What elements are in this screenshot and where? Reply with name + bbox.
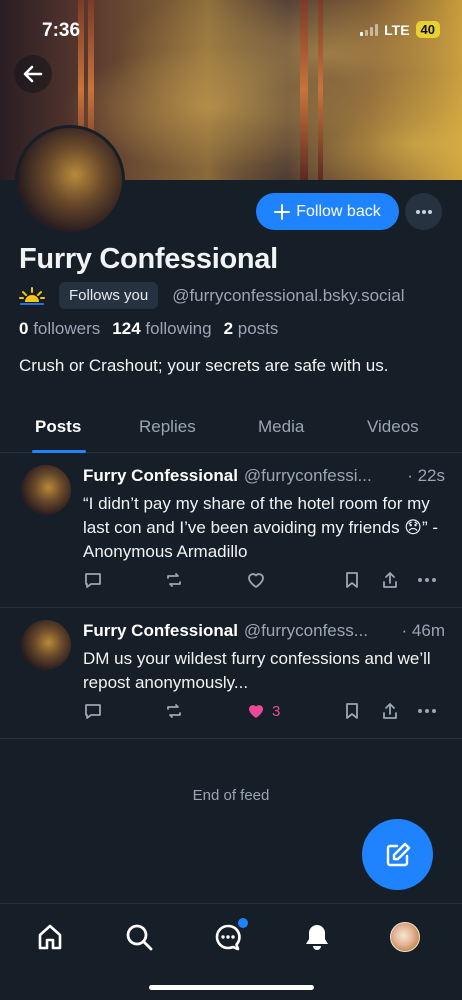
plus-icon xyxy=(274,203,291,220)
heart-icon xyxy=(248,573,264,588)
post-actions: 3 xyxy=(83,701,445,725)
profile-tabs: Posts Replies Media Videos xyxy=(0,405,462,453)
compose-button[interactable] xyxy=(362,819,433,890)
compose-icon xyxy=(386,842,410,866)
profile-handle[interactable]: @furryconfessional.bsky.social xyxy=(172,286,404,306)
reply-icon xyxy=(85,704,101,719)
bookmark-button[interactable] xyxy=(343,570,361,590)
nav-notifications[interactable] xyxy=(300,920,334,954)
post-text: “I didn’t pay my share of the hotel room… xyxy=(83,494,439,561)
ellipsis-icon xyxy=(418,709,436,713)
post-more-button[interactable] xyxy=(417,570,437,590)
sunrise-icon xyxy=(19,286,45,305)
display-name: Furry Confessional xyxy=(19,243,278,275)
post-more-button[interactable] xyxy=(417,701,437,721)
share-button[interactable] xyxy=(380,570,400,590)
follow-back-button[interactable]: Follow back xyxy=(256,193,399,230)
back-arrow-icon xyxy=(23,65,43,83)
bookmark-icon xyxy=(346,703,358,719)
feed-post[interactable]: Furry Confessional @furryconfess... · 46… xyxy=(0,608,462,739)
status-time: 7:36 xyxy=(42,20,81,41)
post-handle[interactable]: @furryconfessi... xyxy=(244,466,401,486)
network-label: LTE xyxy=(384,21,410,38)
posts-count: 2 posts xyxy=(223,319,279,338)
reply-icon xyxy=(85,573,101,588)
repost-icon xyxy=(167,573,181,587)
share-icon xyxy=(383,572,397,588)
back-button[interactable] xyxy=(14,55,52,93)
feed-post[interactable]: Furry Confessional @furryconfessi... · 2… xyxy=(0,454,462,608)
profile-counts: 0 followers 124 following 2 posts xyxy=(19,319,278,339)
status-bar: 7:36 LTE 40 xyxy=(0,0,462,58)
profile-more-button[interactable] xyxy=(405,193,442,230)
ellipsis-icon xyxy=(418,578,436,582)
like-button[interactable]: 3 xyxy=(246,701,280,721)
home-icon xyxy=(38,924,62,950)
tab-media[interactable]: Media xyxy=(258,417,304,437)
post-time: · 46m xyxy=(401,621,445,640)
reply-button[interactable] xyxy=(83,570,103,590)
nav-profile[interactable] xyxy=(388,920,422,954)
follows-you-badge: Follows you xyxy=(59,282,159,309)
like-count: 3 xyxy=(272,702,281,720)
nav-home[interactable] xyxy=(33,920,67,954)
tab-videos[interactable]: Videos xyxy=(367,417,419,437)
ellipsis-icon xyxy=(415,209,432,214)
followers-count[interactable]: 0 followers xyxy=(19,319,100,339)
repost-icon xyxy=(167,704,181,718)
signal-icon xyxy=(360,23,379,36)
post-header: Furry Confessional @furryconfessi... · 2… xyxy=(83,466,445,486)
post-time: · 22s xyxy=(407,466,445,485)
unread-dot xyxy=(238,918,248,928)
post-handle[interactable]: @furryconfess... xyxy=(244,621,396,641)
profile-bio: Crush or Crashout; your secrets are safe… xyxy=(19,356,389,375)
active-tab-indicator xyxy=(32,450,86,453)
post-actions xyxy=(83,570,445,594)
battery-icon: 40 xyxy=(415,21,440,38)
tab-posts[interactable]: Posts xyxy=(35,417,81,437)
following-count[interactable]: 124 following xyxy=(112,319,211,339)
nav-chat[interactable] xyxy=(211,918,248,954)
post-text: DM us your wildest furry confessions and… xyxy=(83,649,431,692)
heart-icon xyxy=(249,705,263,718)
share-icon xyxy=(383,703,397,719)
bell-icon xyxy=(306,925,328,950)
nav-search[interactable] xyxy=(122,920,156,954)
repost-button[interactable] xyxy=(164,570,184,590)
bookmark-icon xyxy=(346,572,358,588)
profile-meta-row: Follows you @furryconfessional.bsky.soci… xyxy=(19,282,405,309)
reply-button[interactable] xyxy=(83,701,103,721)
post-avatar[interactable] xyxy=(21,620,71,670)
post-header: Furry Confessional @furryconfess... · 46… xyxy=(83,621,445,641)
end-of-feed-label: End of feed xyxy=(192,787,270,804)
my-avatar xyxy=(390,922,420,952)
post-author[interactable]: Furry Confessional xyxy=(83,466,238,486)
search-icon xyxy=(126,924,153,951)
home-indicator[interactable] xyxy=(149,985,314,990)
like-button[interactable] xyxy=(246,570,272,590)
repost-button[interactable] xyxy=(164,701,184,721)
post-avatar[interactable] xyxy=(21,465,71,515)
bookmark-button[interactable] xyxy=(343,701,361,721)
share-button[interactable] xyxy=(380,701,400,721)
post-author[interactable]: Furry Confessional xyxy=(83,621,238,641)
profile-avatar[interactable] xyxy=(15,125,125,235)
follow-back-label: Follow back xyxy=(296,202,381,220)
tab-replies[interactable]: Replies xyxy=(139,417,196,437)
